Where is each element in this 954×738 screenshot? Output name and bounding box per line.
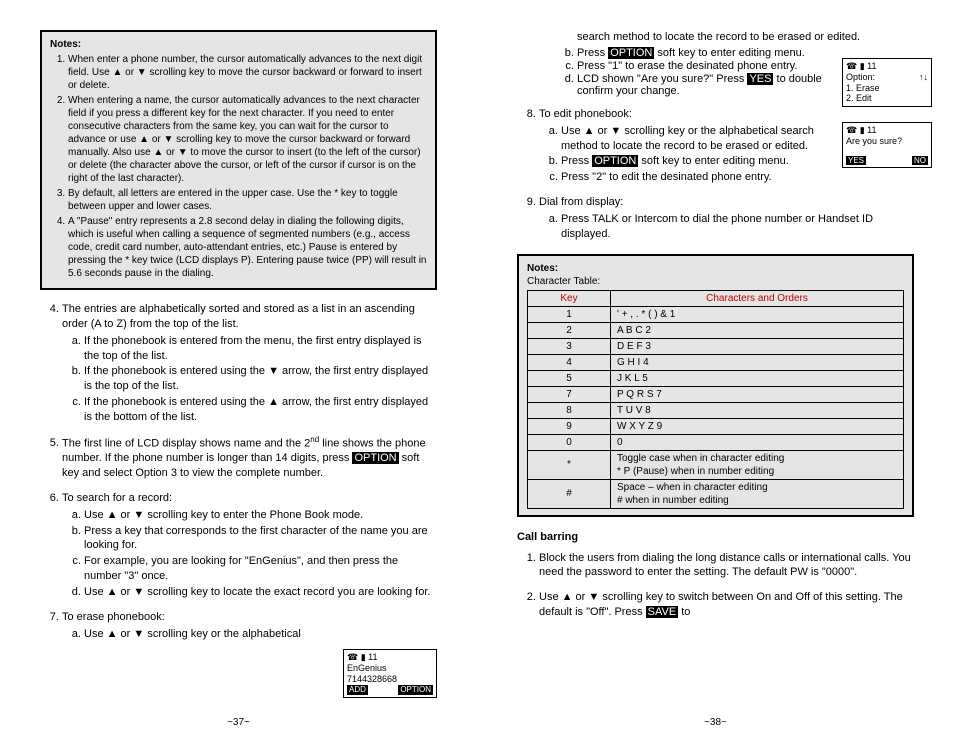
table-row: 7P Q R S 7 [528,386,904,402]
save-softkey: SAVE [646,606,679,618]
table-row: 8T U V 8 [528,402,904,418]
sub-item: If the phonebook is entered from the men… [84,334,437,364]
lcd-add-softkey: ADD [347,685,368,695]
character-table: KeyCharacters and Orders 1' + , . * ( ) … [527,290,904,509]
notes-title: Notes: [50,39,81,50]
th-key: Key [528,290,611,306]
page-number: ~37~ [0,717,477,728]
notes-box-chartable: Notes: Character Table: KeyCharacters an… [517,254,914,517]
page-number: ~38~ [477,717,954,728]
lcd-option-menu: ☎ ▮ 11 Option:↑↓ 1. Erase 2. Edit [842,58,932,107]
lcd-confirm: ☎ ▮ 11 Are you sure? YES NO [842,122,932,168]
note-item: When entering a name, the cursor automat… [68,94,427,185]
table-row: 00 [528,434,904,450]
sub-item: If the phonebook is entered using the ▼ … [84,364,437,394]
list-item: To edit phonebook: Use ▲ or ▼ scrolling … [539,107,829,185]
sub-item: For example, you are looking for "EnGeni… [84,554,437,584]
option-softkey: OPTION [608,47,654,59]
lcd-status: ☎ ▮ 11 [846,125,928,136]
page-38: search method to locate the record to be… [477,0,954,738]
sub-item: Use ▲ or ▼ scrolling key to locate the e… [84,585,437,600]
table-row: #Space – when in character editing # whe… [528,479,904,508]
sub-item: LCD shown "Are you sure?" Press YES to d… [577,73,847,97]
lcd-line: 1. Erase [846,83,928,94]
option-softkey: OPTION [352,452,398,464]
sub-item: Press "1" to erase the desinated phone e… [577,60,847,72]
lcd-option-softkey: OPTION [398,685,433,695]
lcd-status: ☎ ▮ 11 [846,61,928,72]
lcd-phonebook: ☎ ▮ 11 EnGenius 7144328668 ADD OPTION [343,649,437,698]
th-chars: Characters and Orders [611,290,904,306]
sub-item: Press "2" to edit the desinated phone en… [561,170,829,185]
table-row: *Toggle case when in character editing *… [528,450,904,479]
list-item: Block the users from dialing the long di… [539,551,914,581]
page-37: Notes: When enter a phone number, the cu… [0,0,477,738]
call-barring-list: Block the users from dialing the long di… [517,551,914,620]
table-row: 2A B C 2 [528,322,904,338]
list-item: To search for a record: Use ▲ or ▼ scrol… [62,491,437,600]
lcd-no-softkey: NO [912,156,928,166]
lcd-line: Are you sure? [846,136,928,147]
list-item: The entries are alphabetically sorted an… [62,302,437,425]
char-table-caption: Character Table: [527,276,600,287]
notes-list: When enter a phone number, the cursor au… [50,53,427,280]
sub-item: If the phonebook is entered using the ▲ … [84,395,437,425]
table-row: 1' + , . * ( ) & 1 [528,306,904,322]
sub-item: Use ▲ or ▼ scrolling key or the alphabet… [84,627,437,642]
table-row: 9W X Y Z 9 [528,418,904,434]
list-item: To erase phonebook: Use ▲ or ▼ scrolling… [62,610,437,642]
call-barring-heading: Call barring [517,531,914,543]
sub-item: Use ▲ or ▼ scrolling key or the alphabet… [561,124,829,154]
lcd-line: 2. Edit [846,93,928,104]
lcd-yes-softkey: YES [846,156,866,166]
sub-item: Press TALK or Intercom to dial the phone… [561,212,914,242]
option-softkey: OPTION [592,155,638,167]
sub-item: Use ▲ or ▼ scrolling key to enter the Ph… [84,508,437,523]
lcd-line: 7144328668 [347,674,433,685]
note-item: When enter a phone number, the cursor au… [68,53,427,92]
arrows-icon: ↑↓ [919,72,928,83]
sub-item: Press OPTION soft key to enter editing m… [561,154,829,169]
lcd-status: ☎ ▮ 11 [347,652,433,663]
continuation: search method to locate the record to be… [517,30,914,45]
sub-item: Press OPTION soft key to enter editing m… [577,47,847,59]
main-list-left: The entries are alphabetically sorted an… [40,302,437,642]
table-row: 5J K L 5 [528,370,904,386]
list-item: Dial from display: Press TALK or Interco… [539,195,914,242]
list-item: The first line of LCD display shows name… [62,435,437,481]
table-row: 4G H I 4 [528,354,904,370]
note-item: By default, all letters are entered in t… [68,187,427,213]
notes-title: Notes: [527,263,558,274]
sub-item: Press a key that corresponds to the firs… [84,524,437,554]
lcd-line: EnGenius [347,663,433,674]
list-item: Use ▲ or ▼ scrolling key to switch betwe… [539,590,914,620]
notes-box-left: Notes: When enter a phone number, the cu… [40,30,437,290]
yes-softkey: YES [747,73,773,85]
note-item: A "Pause" entry represents a 2.8 second … [68,215,427,280]
table-row: 3D E F 3 [528,338,904,354]
